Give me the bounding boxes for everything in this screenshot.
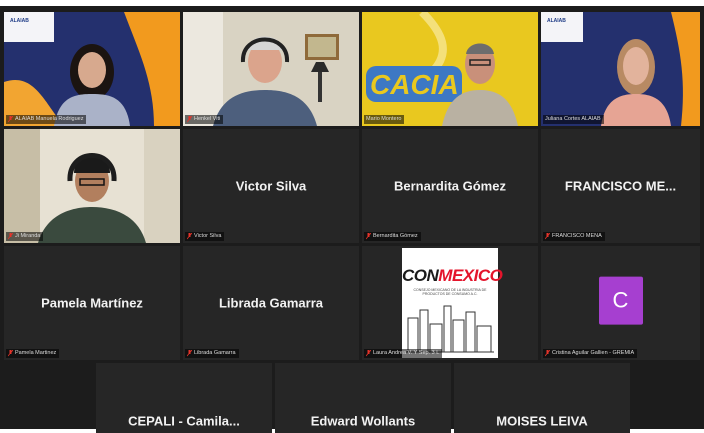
participant-video <box>541 12 700 126</box>
mic-muted-icon <box>8 350 13 357</box>
participant-name: CEPALI - Camila... <box>128 413 240 429</box>
participant-label-text: Victor Silva <box>194 233 222 239</box>
participant-tile[interactable]: Librada Gamarra Librada Gamarra <box>183 246 359 360</box>
participant-name-label: FRANCISCO MENA <box>543 232 605 241</box>
participant-tile[interactable]: Bernardita Gómez Bernardita Gómez <box>362 129 538 243</box>
participant-label-text: Mario Montero <box>366 116 402 122</box>
participant-name-label: Ji Miranda <box>6 232 44 241</box>
participant-name-label: ALAIAB Manuela Rodriguez <box>6 115 87 124</box>
banner-text: CACIA <box>370 69 459 100</box>
participant-tile[interactable]: ALAIAB ALAIAB Manuela Rodriguez <box>4 12 180 126</box>
products-illustration <box>406 305 494 353</box>
participant-video <box>4 129 180 243</box>
mic-muted-icon <box>8 233 13 240</box>
mic-muted-icon <box>8 116 13 123</box>
participant-label-text: ALAIAB Manuela Rodriguez <box>15 116 84 122</box>
participant-name-label: Laura Andrea V. Y Sep. 3 L <box>364 349 443 358</box>
participant-name-label: Cristina Aguilar Gallien - GREMIA <box>543 349 638 358</box>
participant-name-label: Victor Silva <box>185 232 225 241</box>
participant-tile[interactable]: CEPALI - Camila... <box>96 363 272 433</box>
participant-name: Pamela Martínez <box>41 295 143 311</box>
mic-muted-icon <box>366 233 371 240</box>
participant-label-text: Juliana Cortes ALAIAB <box>545 116 601 122</box>
participant-tile[interactable]: C Cristina Aguilar Gallien - GREMIA <box>541 246 700 360</box>
participant-tile[interactable]: Victor Silva Victor Silva <box>183 129 359 243</box>
participant-label-text: Henkel Viti <box>194 116 221 122</box>
participant-name-label: Juliana Cortes ALAIAB <box>543 115 604 124</box>
participant-label-text: Cristina Aguilar Gallien - GREMIA <box>552 350 635 356</box>
org-logo-text: ALAIAB <box>10 18 29 24</box>
participant-tile[interactable]: MOISES LEIVA <box>454 363 630 433</box>
participant-video <box>183 12 359 126</box>
participant-name: FRANCISCO ME... <box>564 178 677 194</box>
participant-tile[interactable]: Pamela Martínez Pamela Martinez <box>4 246 180 360</box>
logo-subtitle: CONSEJO MEXICANO DE LA INDUSTRIA DE PROD… <box>413 288 487 296</box>
participant-label-text: Bernardita Gómez <box>373 233 418 239</box>
video-gallery: ALAIAB ALAIAB Manuela Rodriguez Henkel V… <box>0 6 704 433</box>
participant-label-text: Ji Miranda <box>15 233 41 239</box>
participant-name: Librada Gamarra <box>218 295 324 311</box>
mic-muted-icon <box>545 233 550 240</box>
logo-wordmark: CONMEXICO <box>402 266 503 285</box>
participant-tile[interactable]: Henkel Viti <box>183 12 359 126</box>
participant-tile[interactable]: CACIA Mario Montero <box>362 12 538 126</box>
participant-label-text: Laura Andrea V. Y Sep. 3 L <box>373 350 440 356</box>
participant-name: Bernardita Gómez <box>394 178 506 194</box>
participant-label-text: Pamela Martinez <box>15 350 57 356</box>
participant-tile[interactable]: Ji Miranda <box>4 129 180 243</box>
conmexico-logo: CONMEXICO CONSEJO MEXICANO DE LA INDUSTR… <box>402 248 503 358</box>
participant-name: Edward Wollants <box>310 413 416 429</box>
participant-video <box>4 12 180 126</box>
participant-tile[interactable]: CONMEXICO CONSEJO MEXICANO DE LA INDUSTR… <box>362 246 538 360</box>
participant-tile[interactable]: Edward Wollants <box>275 363 451 433</box>
mic-muted-icon <box>187 350 192 357</box>
mic-muted-icon <box>187 116 192 123</box>
participant-tile[interactable]: FRANCISCO ME... FRANCISCO MENA <box>541 129 700 243</box>
mic-muted-icon <box>366 350 371 357</box>
participant-label-text: FRANCISCO MENA <box>552 233 602 239</box>
participant-tile[interactable]: ALAIAB Juliana Cortes ALAIAB <box>541 12 700 126</box>
mic-muted-icon <box>187 233 192 240</box>
participant-video: CACIA <box>362 12 538 126</box>
participant-name-label: Pamela Martinez <box>6 349 60 358</box>
participant-name-label: Mario Montero <box>364 115 405 124</box>
avatar: C <box>598 276 643 325</box>
participant-name-label: Henkel Viti <box>185 115 224 124</box>
participant-name: Victor Silva <box>235 178 307 194</box>
participant-name: MOISES LEIVA <box>496 413 588 429</box>
mic-muted-icon <box>545 350 550 357</box>
participant-label-text: Librada Gamarra <box>194 350 236 356</box>
participant-name-label: Bernardita Gómez <box>364 232 421 241</box>
participant-name-label: Librada Gamarra <box>185 349 239 358</box>
org-logo-text: ALAIAB <box>547 18 566 24</box>
